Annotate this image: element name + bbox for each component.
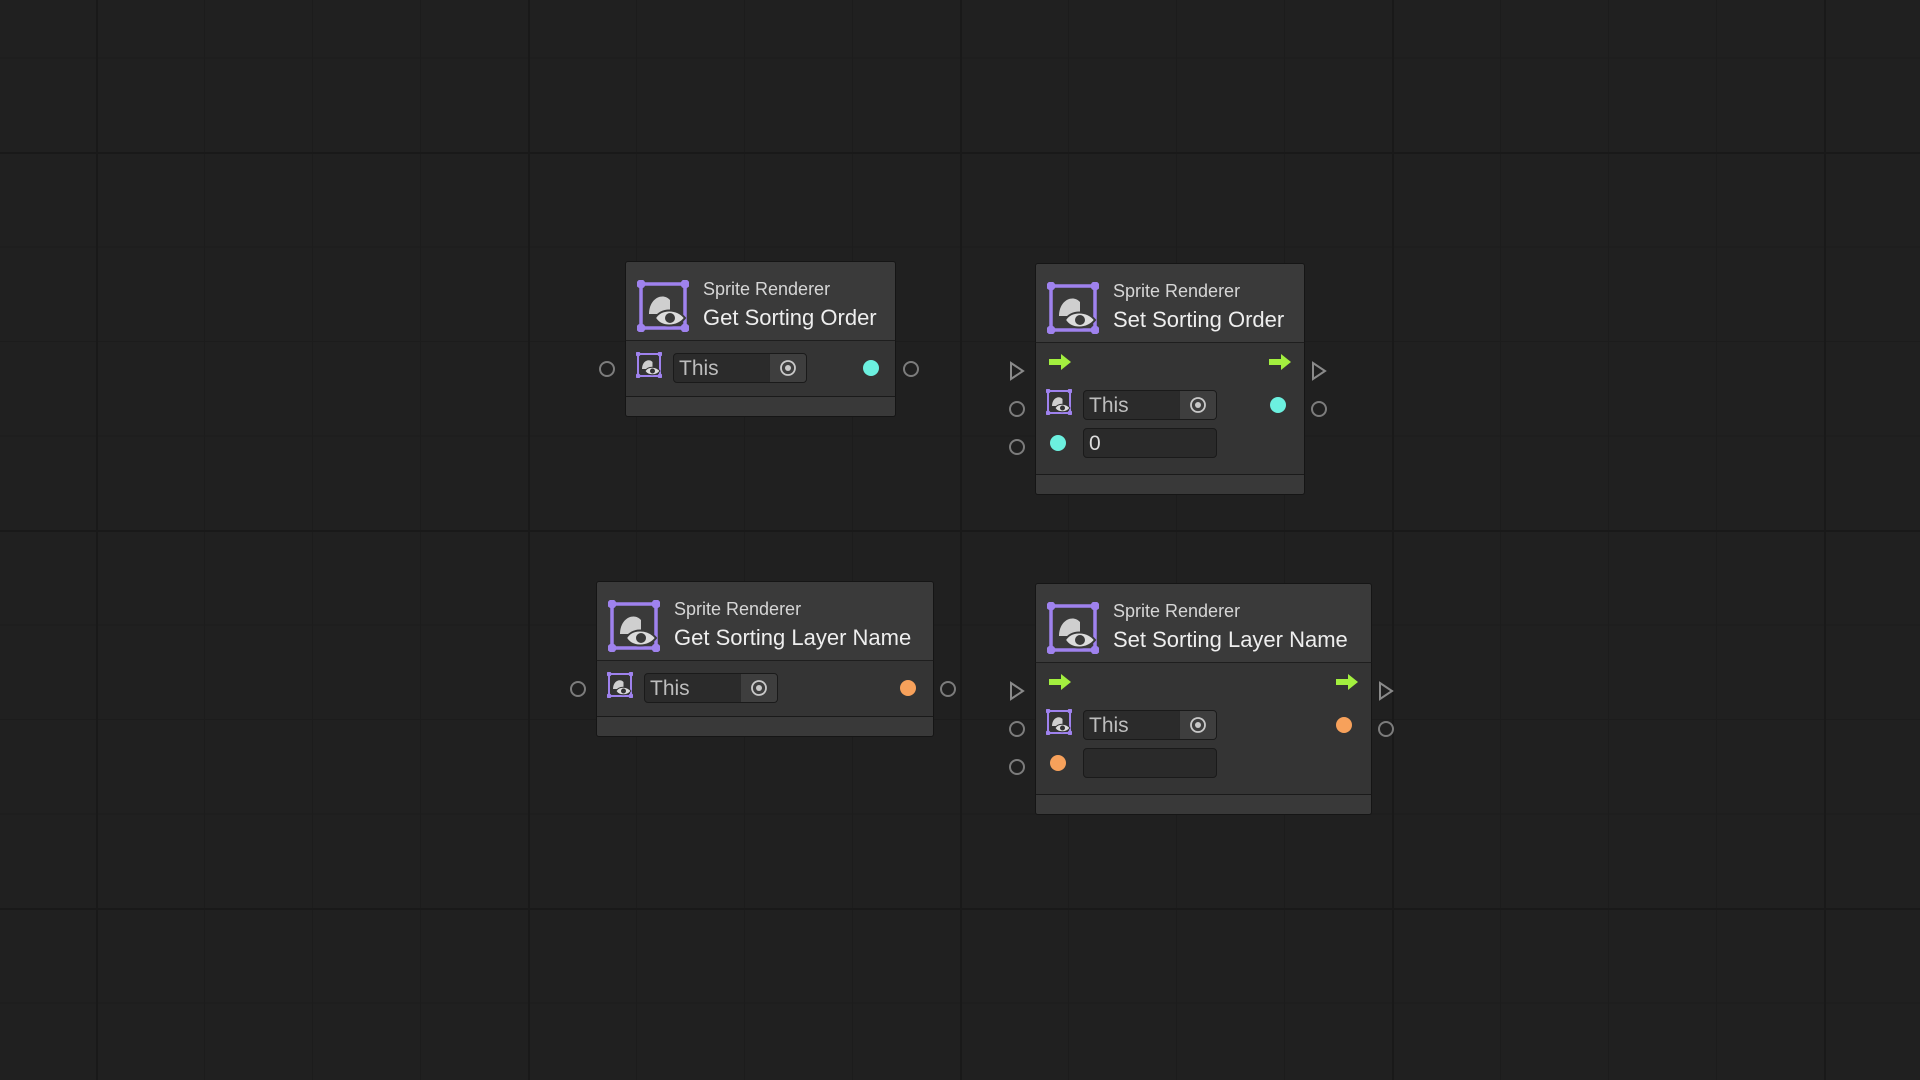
object-picker-icon (1190, 717, 1206, 733)
sprite-renderer-icon (637, 280, 689, 332)
target-object-field[interactable]: This (673, 353, 807, 383)
node-category: Sprite Renderer (703, 279, 831, 299)
object-picker-button[interactable] (1179, 391, 1216, 419)
sprite-renderer-icon (1046, 389, 1072, 415)
int-output-port-dot[interactable] (863, 360, 879, 376)
node-get-sorting-layer-name[interactable]: Sprite Renderer Get Sorting Layer Name T… (570, 581, 956, 738)
string-output-port[interactable] (1378, 721, 1394, 737)
string-output-port-dot[interactable] (900, 680, 916, 696)
node-title: Set Sorting Order (1113, 307, 1285, 332)
node-title: Get Sorting Order (703, 305, 877, 330)
node-title: Set Sorting Layer Name (1113, 627, 1348, 652)
node-body: This (596, 661, 934, 716)
sorting-order-value-field[interactable]: 0 (1083, 428, 1217, 458)
object-picker-button[interactable] (769, 354, 806, 382)
flow-arrow-icon (1336, 674, 1358, 690)
node-header[interactable]: Sprite Renderer Set Sorting Order (1035, 263, 1305, 343)
flow-arrow-icon (1269, 354, 1291, 370)
sorting-layer-name-field[interactable] (1083, 748, 1217, 778)
target-value: This (1089, 714, 1129, 737)
graph-canvas[interactable]: { "colors": { "background": "#202020", "… (0, 0, 1920, 1080)
node-body: This (625, 341, 896, 396)
node-footer (1035, 474, 1305, 495)
flow-arrow-icon (1049, 354, 1071, 370)
flow-input-port[interactable] (1008, 680, 1026, 702)
flow-input-port[interactable] (1008, 360, 1026, 382)
node-set-sorting-layer-name[interactable]: Sprite Renderer Set Sorting Layer Name T… (1009, 583, 1394, 816)
node-set-sorting-order[interactable]: Sprite Renderer Set Sorting Order This 0 (1009, 263, 1327, 496)
value-input-port[interactable] (1009, 759, 1025, 775)
int-input-port-dot[interactable] (1050, 435, 1066, 451)
target-input-port[interactable] (1009, 721, 1025, 737)
node-footer (596, 716, 934, 737)
sorting-order-value: 0 (1089, 432, 1101, 455)
target-value: This (650, 677, 690, 700)
object-picker-icon (780, 360, 796, 376)
node-get-sorting-order[interactable]: Sprite Renderer Get Sorting Order This (599, 261, 919, 418)
node-title: Get Sorting Layer Name (674, 625, 912, 650)
target-object-field[interactable]: This (1083, 710, 1217, 740)
sprite-renderer-icon (608, 600, 660, 652)
sprite-renderer-icon (607, 672, 633, 698)
int-output-port[interactable] (1311, 401, 1327, 417)
flow-output-port[interactable] (1310, 360, 1328, 382)
target-object-field[interactable]: This (1083, 390, 1217, 420)
target-object-field[interactable]: This (644, 673, 778, 703)
object-picker-icon (751, 680, 767, 696)
target-value: This (1089, 394, 1129, 417)
value-input-port[interactable] (1009, 439, 1025, 455)
node-header[interactable]: Sprite Renderer Get Sorting Layer Name (596, 581, 934, 661)
object-picker-icon (1190, 397, 1206, 413)
node-footer (1035, 794, 1372, 815)
int-output-port-dot[interactable] (1270, 397, 1286, 413)
sprite-renderer-icon (1046, 709, 1072, 735)
node-category: Sprite Renderer (1113, 601, 1241, 621)
node-category: Sprite Renderer (674, 599, 802, 619)
target-input-port[interactable] (599, 361, 615, 377)
node-body: This 0 (1035, 343, 1305, 474)
flow-output-port[interactable] (1377, 680, 1395, 702)
node-header[interactable]: Sprite Renderer Get Sorting Order (625, 261, 896, 341)
object-picker-button[interactable] (740, 674, 777, 702)
string-input-port-dot[interactable] (1050, 755, 1066, 771)
sprite-renderer-icon (1047, 602, 1099, 654)
node-category: Sprite Renderer (1113, 281, 1241, 301)
sprite-renderer-icon (1047, 282, 1099, 334)
sprite-renderer-icon (636, 352, 662, 378)
node-header[interactable]: Sprite Renderer Set Sorting Layer Name (1035, 583, 1372, 663)
flow-arrow-icon (1049, 674, 1071, 690)
target-input-port[interactable] (570, 681, 586, 697)
target-value: This (679, 357, 719, 380)
node-footer (625, 396, 896, 417)
object-picker-button[interactable] (1179, 711, 1216, 739)
node-body: This (1035, 663, 1372, 794)
string-output-port[interactable] (940, 681, 956, 697)
string-output-port-dot[interactable] (1336, 717, 1352, 733)
int-output-port[interactable] (903, 361, 919, 377)
target-input-port[interactable] (1009, 401, 1025, 417)
